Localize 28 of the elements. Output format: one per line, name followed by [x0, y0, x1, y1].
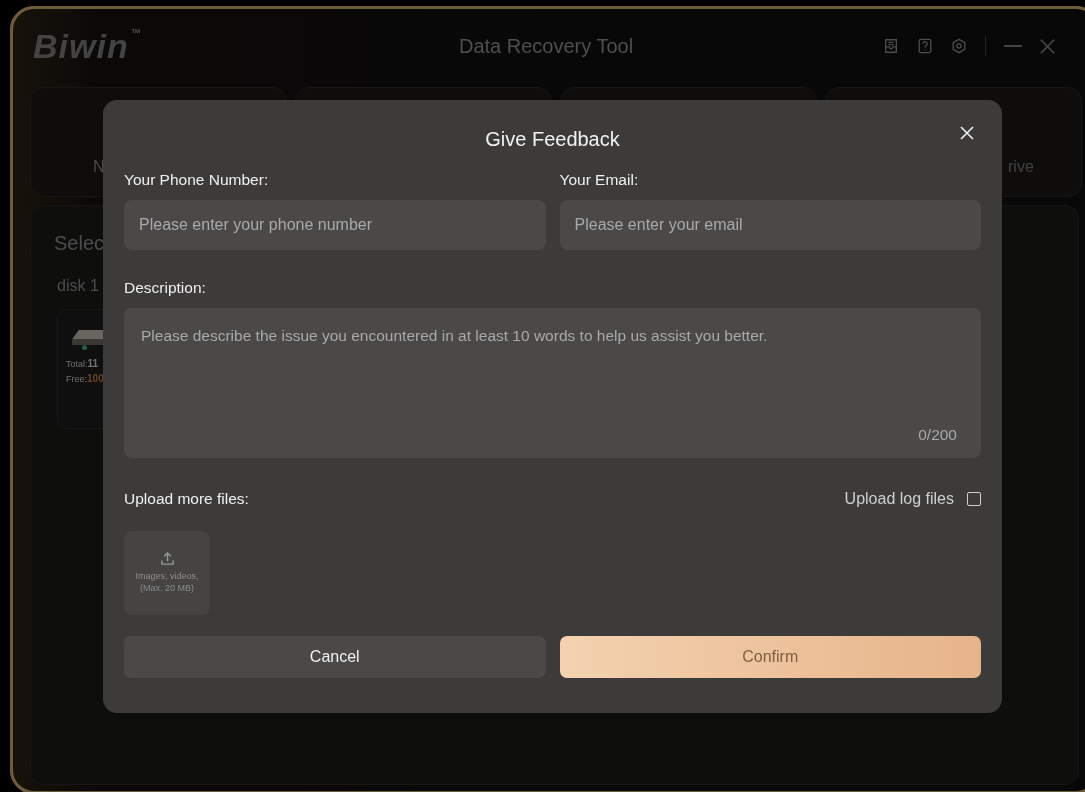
input-field[interactable]: Please enter your phone number — [124, 200, 546, 250]
window-title: Data Recovery Tool — [459, 34, 634, 58]
upload-label: Upload more files: — [124, 490, 249, 508]
panel-heading: Selec — [54, 232, 105, 255]
logo: Biwin — [33, 26, 129, 66]
trademark: ™ — [130, 26, 141, 38]
cancel-button[interactable]: Cancel — [124, 636, 546, 678]
settings-icon[interactable] — [951, 38, 967, 54]
disk-total: Total:11 — [66, 358, 100, 369]
help-icon[interactable] — [917, 38, 933, 54]
log-files-label: Upload log files — [844, 490, 954, 508]
character-counter: 0/200 — [918, 426, 957, 444]
disk-free: Free:100 — [66, 373, 105, 384]
disk-label: disk 1 — [57, 277, 99, 295]
dialog-title: Give Feedback — [485, 128, 620, 152]
checkbox[interactable] — [967, 492, 981, 506]
input-field[interactable]: Please enter your email — [559, 200, 981, 250]
status-dot — [82, 345, 87, 350]
field-label: Your Email: — [559, 171, 639, 189]
drive-icon — [72, 330, 106, 345]
upload-hint: Images, videos, (Max. 20 MB) — [135, 571, 199, 595]
minimize-icon[interactable] — [1004, 44, 1022, 48]
inbox-icon[interactable] — [883, 38, 899, 54]
tab-label: N — [93, 158, 105, 176]
field-label: Description: — [124, 279, 206, 297]
upload-icon — [159, 551, 175, 567]
field-label: Your Phone Number: — [124, 171, 269, 189]
upload-tile[interactable]: Images, videos, (Max. 20 MB) — [124, 531, 210, 615]
